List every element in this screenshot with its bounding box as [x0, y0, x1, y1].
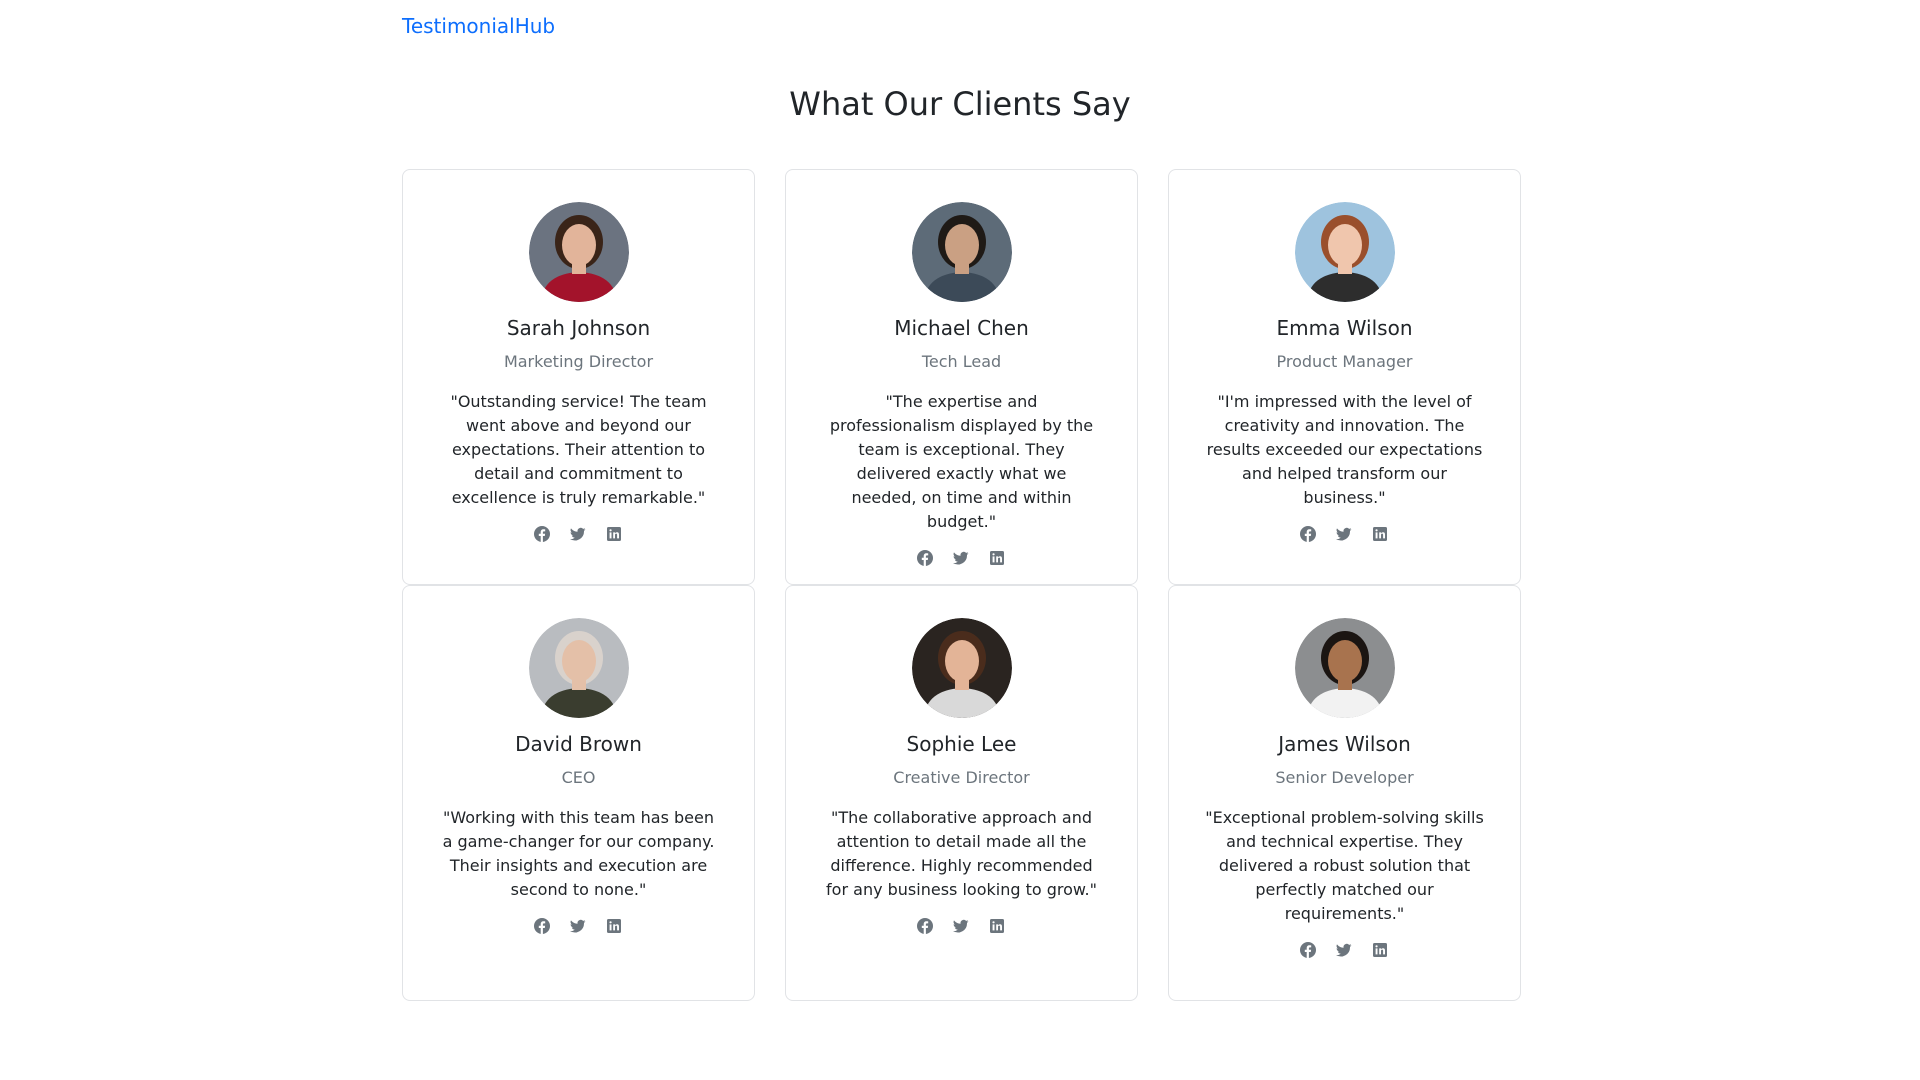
brand-link[interactable]: TestimonialHub — [402, 14, 555, 38]
testimonial-name: Sophie Lee — [906, 732, 1017, 757]
testimonial-quote: "The expertise and professionalism displ… — [829, 392, 1094, 532]
twitter-icon — [952, 550, 969, 568]
linkedin-link[interactable] — [606, 918, 624, 936]
avatar — [1294, 202, 1395, 303]
avatar — [528, 202, 629, 303]
testimonial-name: James Wilson — [1278, 732, 1411, 757]
twitter-link[interactable] — [952, 550, 971, 568]
facebook-icon — [533, 918, 550, 936]
linkedin-link[interactable] — [1372, 526, 1390, 544]
testimonial-quote: "Outstanding service! The team went abov… — [450, 392, 707, 508]
testimonial-role: CEO — [561, 768, 596, 788]
linkedin-icon — [606, 526, 622, 544]
social-links — [1205, 942, 1484, 960]
linkedin-icon — [989, 918, 1005, 936]
testimonial-role: Product Manager — [1276, 352, 1413, 372]
testimonial-card: Emma Wilson Product Manager "I'm impress… — [1168, 169, 1521, 586]
linkedin-icon — [606, 918, 622, 936]
linkedin-link[interactable] — [989, 918, 1007, 936]
twitter-icon — [569, 918, 586, 936]
testimonial-quote: "Working with this team has been a game-… — [442, 808, 715, 900]
testimonial-card: Sarah Johnson Marketing Director "Outsta… — [402, 169, 755, 586]
linkedin-link[interactable] — [989, 550, 1007, 568]
social-links — [822, 550, 1101, 568]
avatar — [528, 618, 629, 719]
testimonial-card: David Brown CEO "Working with this team … — [402, 585, 755, 1002]
facebook-link[interactable] — [533, 918, 552, 936]
page-title: What Our Clients Say — [789, 85, 1131, 123]
facebook-link[interactable] — [533, 526, 552, 544]
testimonial-role: Marketing Director — [503, 352, 654, 372]
testimonial-quote: "Exceptional problem-solving skills and … — [1205, 808, 1484, 924]
twitter-link[interactable] — [952, 918, 971, 936]
linkedin-icon — [1372, 942, 1388, 960]
facebook-link[interactable] — [916, 550, 935, 568]
twitter-icon — [569, 526, 586, 544]
twitter-link[interactable] — [1335, 526, 1354, 544]
social-links — [439, 526, 718, 544]
testimonial-quote: "The collaborative approach and attentio… — [826, 808, 1097, 900]
avatar — [1294, 618, 1395, 719]
linkedin-icon — [989, 550, 1005, 568]
twitter-icon — [1335, 526, 1352, 544]
testimonial-card: Michael Chen Tech Lead "The expertise an… — [785, 169, 1138, 586]
linkedin-link[interactable] — [606, 526, 624, 544]
testimonial-role: Senior Developer — [1275, 768, 1414, 788]
facebook-icon — [1299, 526, 1316, 544]
testimonial-role: Tech Lead — [921, 352, 1002, 372]
social-links — [1205, 526, 1484, 544]
social-links — [439, 918, 718, 936]
social-links — [822, 918, 1101, 936]
testimonial-grid: Sarah Johnson Marketing Director "Outsta… — [402, 169, 1521, 1002]
page-container: TestimonialHub What Our Clients Say Sara… — [402, 0, 1521, 1002]
testimonial-quote: "I'm impressed with the level of creativ… — [1206, 392, 1483, 508]
twitter-link[interactable] — [569, 918, 588, 936]
facebook-icon — [916, 550, 933, 568]
avatar — [911, 618, 1012, 719]
twitter-icon — [952, 918, 969, 936]
avatar — [911, 202, 1012, 303]
testimonial-name: Sarah Johnson — [506, 316, 651, 341]
testimonial-name: Michael Chen — [894, 316, 1029, 341]
twitter-link[interactable] — [1335, 942, 1354, 960]
facebook-icon — [533, 526, 550, 544]
testimonial-card: Sophie Lee Creative Director "The collab… — [785, 585, 1138, 1002]
facebook-icon — [1299, 942, 1316, 960]
testimonial-card: James Wilson Senior Developer "Exception… — [1168, 585, 1521, 1002]
twitter-link[interactable] — [569, 526, 588, 544]
linkedin-icon — [1372, 526, 1388, 544]
linkedin-link[interactable] — [1372, 942, 1390, 960]
facebook-link[interactable] — [1299, 942, 1318, 960]
testimonial-name: David Brown — [515, 732, 642, 757]
facebook-link[interactable] — [1299, 526, 1318, 544]
facebook-icon — [916, 918, 933, 936]
facebook-link[interactable] — [916, 918, 935, 936]
twitter-icon — [1335, 942, 1352, 960]
testimonial-role: Creative Director — [893, 768, 1030, 788]
testimonial-name: Emma Wilson — [1276, 316, 1413, 341]
